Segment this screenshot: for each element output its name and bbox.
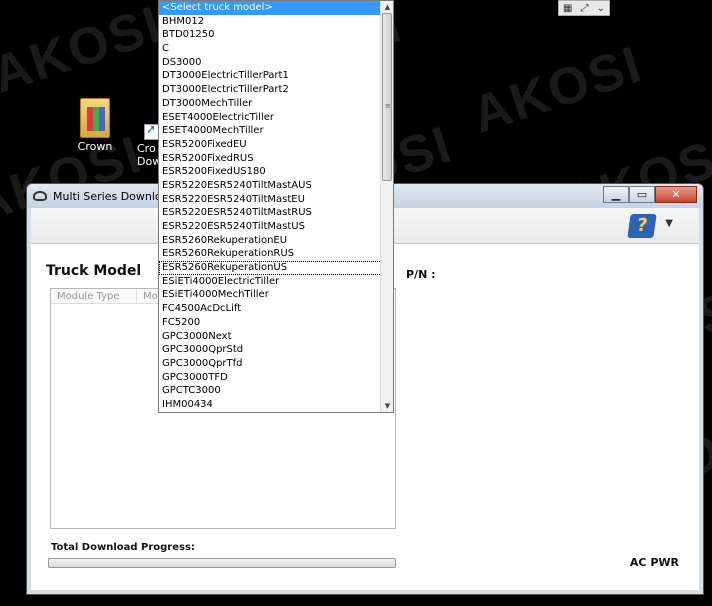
dropdown-option[interactable]: GPC3000QprTfd [159, 357, 382, 371]
dropdown-option[interactable]: C [159, 42, 382, 56]
column-module-type[interactable]: Module Type [51, 289, 137, 303]
window-controls: ▁ ▭ ✕ [603, 186, 697, 203]
app-icon [33, 191, 47, 201]
dropdown-option[interactable]: GPC3000TFD [159, 371, 382, 385]
dropdown-option[interactable]: ESR5200FixedUS180 [159, 165, 382, 179]
truck-model-label: Truck Model [46, 263, 142, 279]
part-number-label: P/N : [406, 268, 436, 281]
dropdown-option[interactable]: <Select truck model> [159, 1, 382, 15]
truck-model-dropdown-list[interactable]: <Select truck model> BHM012 BTD01250 C DS300… [158, 0, 394, 413]
minimize-button[interactable]: ▁ [603, 186, 629, 203]
desktop-icon-crown[interactable]: Crown [67, 98, 123, 153]
dropdown-option[interactable]: IHM00434 [159, 398, 382, 412]
dropdown-option[interactable]: ESET4000ElectricTiller [159, 111, 382, 125]
dropdown-option[interactable]: DT3000ElectricTillerPart2 [159, 83, 382, 97]
maximize-button[interactable]: ▭ [629, 186, 655, 203]
tray-widget[interactable]: ▦ ⤢ ⌄ [558, 0, 610, 16]
close-button[interactable]: ✕ [655, 186, 697, 203]
scroll-up-icon[interactable]: ▲ [381, 1, 394, 13]
help-dropdown-arrow-icon[interactable]: ▼ [665, 218, 673, 229]
dropdown-scrollbar[interactable]: ▲ ≡ ▼ [380, 1, 393, 412]
dropdown-option[interactable]: ESR5260RekuperationUS [159, 261, 382, 275]
chevron-down-icon[interactable]: ⌄ [597, 3, 605, 14]
dropdown-option[interactable]: FC4500AcDcLift [159, 302, 382, 316]
dropdown-option[interactable]: BHM012 [159, 15, 382, 29]
dropdown-option[interactable]: GPC3000Next [159, 330, 382, 344]
dropdown-items: <Select truck model> BHM012 BTD01250 C DS300… [159, 1, 382, 412]
dropdown-option[interactable]: ESET4000MechTiller [159, 124, 382, 138]
folder-icon [80, 98, 110, 138]
dropdown-option[interactable]: ESiETi4000MechTiller [159, 288, 382, 302]
dropdown-option[interactable]: ESiETi4000ElectricTiller [159, 275, 382, 289]
dropdown-option[interactable]: GPCTC3000 [159, 384, 382, 398]
dropdown-option[interactable]: ESR5200FixedRUS [159, 152, 382, 166]
desktop-icon-label: Crown [77, 140, 113, 153]
dropdown-option[interactable]: ESR5220ESR5240TiltMastEU [159, 193, 382, 207]
dropdown-option[interactable]: DT3000MechTiller [159, 97, 382, 111]
expand-icon[interactable]: ⤢ [581, 3, 589, 14]
watermark: AKOSI [0, 0, 170, 105]
watermark: AKOSI [465, 35, 650, 145]
dropdown-option[interactable]: ESR5220ESR5240TiltMastRUS [159, 206, 382, 220]
total-progress-label: Total Download Progress: [51, 542, 195, 553]
total-progress-bar [48, 558, 396, 568]
power-status: AC PWR [629, 556, 679, 569]
dropdown-option[interactable]: BTD01250 [159, 28, 382, 42]
dropdown-option[interactable]: DT3000ElectricTillerPart1 [159, 69, 382, 83]
grid-icon[interactable]: ▦ [563, 3, 572, 14]
scroll-thumb[interactable]: ≡ [382, 13, 392, 181]
dropdown-option[interactable]: ESR5220ESR5240TiltMastUS [159, 220, 382, 234]
help-book-icon[interactable]: ? [627, 214, 657, 238]
dropdown-option[interactable]: ESR5200FixedEU [159, 138, 382, 152]
scroll-down-icon[interactable]: ▼ [381, 400, 394, 412]
dropdown-option[interactable]: ESR5260RekuperationEU [159, 234, 382, 248]
dropdown-option[interactable]: ESR5220ESR5240TiltMastAUS [159, 179, 382, 193]
dropdown-option[interactable]: GPC3000QprStd [159, 343, 382, 357]
dropdown-option[interactable]: FC5200 [159, 316, 382, 330]
dropdown-option[interactable]: DS3000 [159, 56, 382, 70]
dropdown-option[interactable]: ESR5260RekuperationRUS [159, 247, 382, 261]
